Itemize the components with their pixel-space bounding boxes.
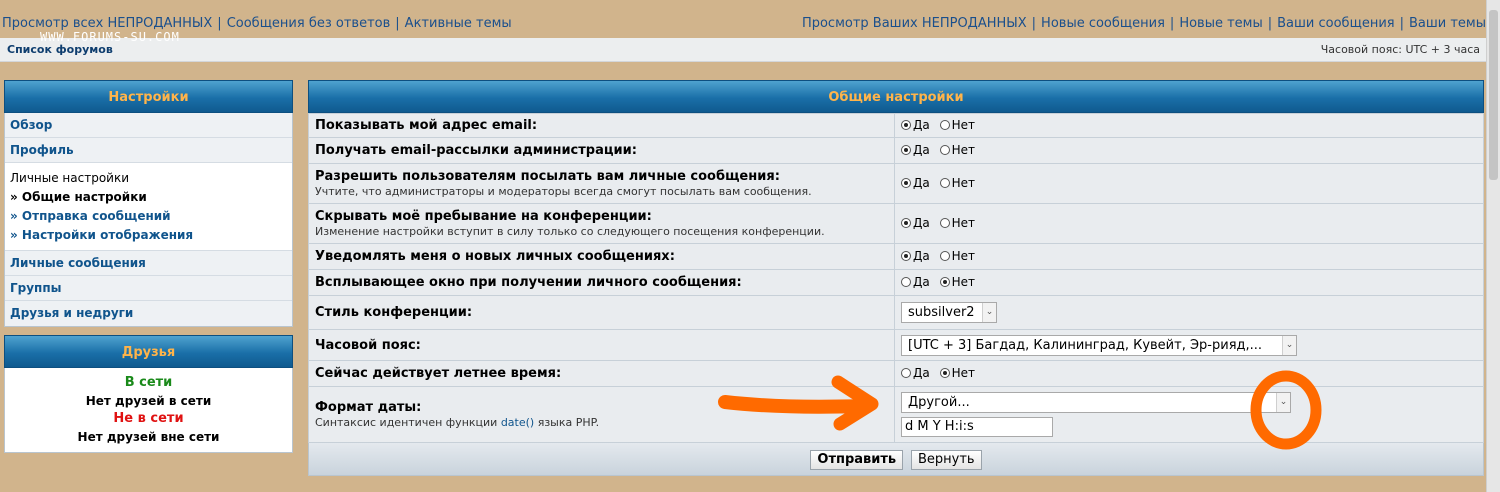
annotation-arrow <box>718 395 869 414</box>
annotation-overlay <box>718 370 1322 450</box>
annotation-circle <box>1250 370 1322 450</box>
